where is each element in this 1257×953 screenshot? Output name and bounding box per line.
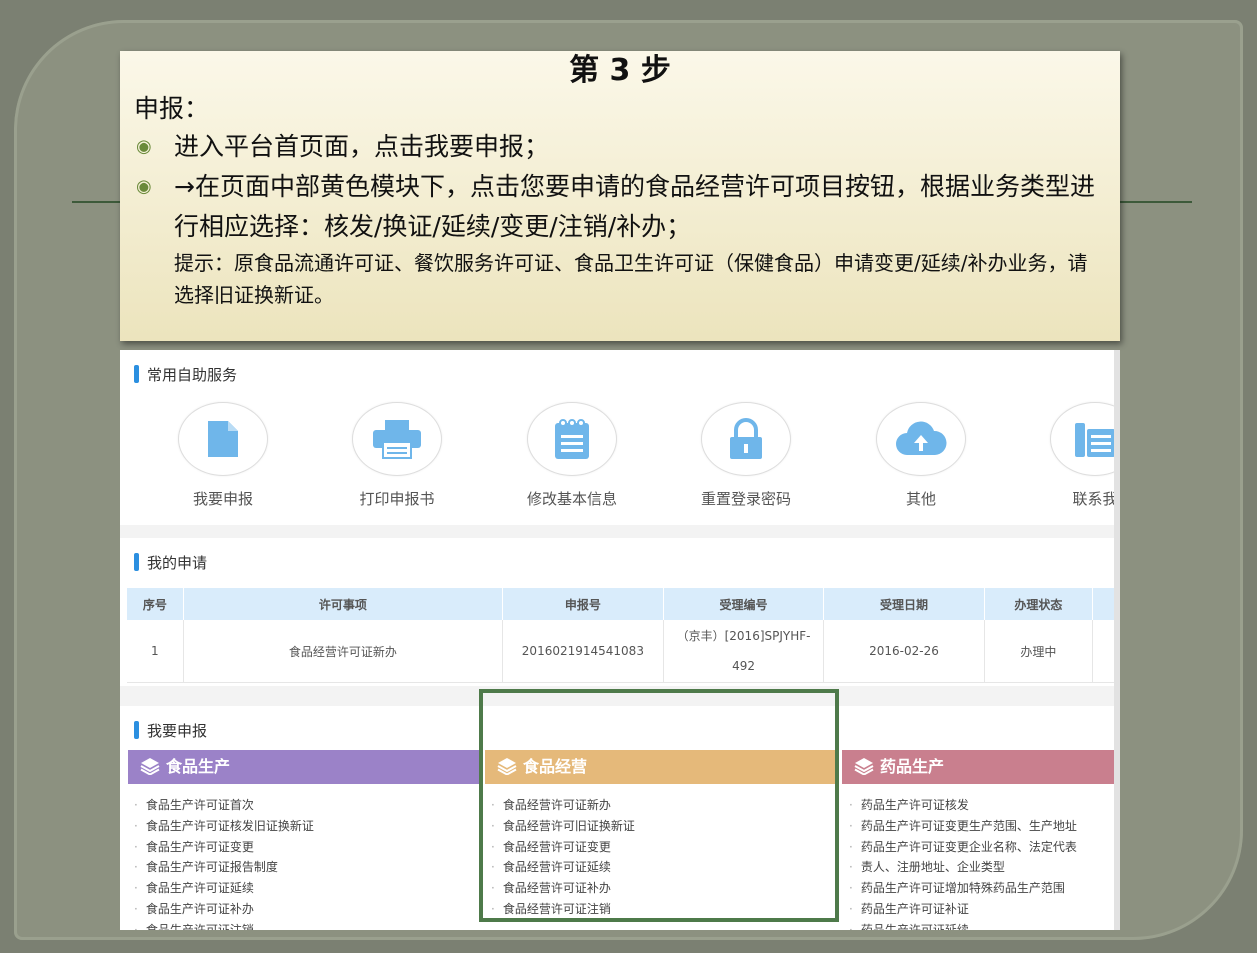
applications-table: 序号 许可事项 申报号 受理编号 受理日期 办理状态 1 食品经营许可证新办 2… bbox=[127, 588, 1120, 683]
document-icon bbox=[178, 402, 268, 476]
category-title: 药品生产 bbox=[880, 757, 945, 776]
section-heading-text: 常用自助服务 bbox=[147, 366, 238, 384]
list-item-link[interactable]: 药品生产许可证核发 bbox=[849, 795, 1114, 816]
column-header: 受理编号 bbox=[663, 588, 825, 620]
table-row[interactable]: 1 食品经营许可证新办 2016021914541083 （京丰）[2016]S… bbox=[127, 620, 1120, 683]
decorative-line-left bbox=[72, 201, 122, 203]
drug-production-list: 药品生产许可证核发 药品生产许可证变更生产范围、生产地址 药品生产许可证变更企业… bbox=[849, 795, 1114, 930]
list-item-link[interactable]: 食品生产许可证首次 bbox=[134, 795, 479, 816]
heading-bar bbox=[134, 553, 139, 571]
self-service-panel: 常用自助服务 我要申报 打印申报书 修改基本信息 重置登录密码 其他 联系我 bbox=[120, 350, 1120, 525]
list-item-link[interactable]: 药品生产许可证变更企业名称、法定代表 bbox=[849, 837, 1114, 858]
service-label: 重置登录密码 bbox=[700, 490, 791, 508]
accept-no-line2: 492 bbox=[732, 659, 755, 673]
callout-intro: 申报： bbox=[134, 94, 210, 123]
right-scrollbar[interactable] bbox=[1114, 350, 1120, 930]
section-heading-text: 我的申请 bbox=[147, 554, 208, 572]
layers-icon bbox=[140, 753, 160, 787]
decorative-line-right bbox=[1120, 201, 1192, 203]
service-contact-button[interactable]: 联系我 bbox=[1010, 402, 1120, 509]
food-production-list: 食品生产许可证首次 食品生产许可证核发旧证换新证 食品生产许可证变更 食品生产许… bbox=[134, 795, 479, 930]
notepad-icon bbox=[527, 402, 617, 476]
service-label: 打印申报书 bbox=[359, 490, 435, 508]
bullet-circle-icon: ◉ bbox=[136, 176, 152, 197]
list-item-link[interactable]: 药品生产许可证增加特殊药品生产范围 bbox=[849, 878, 1114, 899]
category-food-production[interactable]: 食品生产 bbox=[128, 750, 480, 784]
cell-report-no: 2016021914541083 bbox=[502, 620, 664, 683]
callout-bullet-2: ◉ →在页面中部黄色模块下，点击您要申请的食品经营许可项目按钮，根据业务类型进行… bbox=[134, 167, 1106, 311]
section-heading-text: 我要申报 bbox=[147, 722, 208, 740]
category-title: 食品生产 bbox=[166, 757, 231, 776]
section-heading: 常用自助服务 bbox=[134, 364, 237, 385]
list-item-link[interactable]: 食品生产许可证补办 bbox=[134, 899, 479, 920]
service-declare-button[interactable]: 我要申报 bbox=[138, 402, 308, 509]
list-item-link[interactable]: 药品生产许可证补证 bbox=[849, 899, 1114, 920]
service-reset-password-button[interactable]: 重置登录密码 bbox=[661, 402, 831, 509]
printer-icon bbox=[352, 402, 442, 476]
food-business-highlight-frame bbox=[479, 689, 839, 922]
cell-status: 办理中 bbox=[984, 620, 1094, 683]
column-header: 序号 bbox=[127, 588, 184, 620]
callout-hint: 提示：原食品流通许可证、餐饮服务许可证、食品卫生许可证（保健食品）申请变更/延续… bbox=[174, 251, 1088, 307]
column-header: 申报号 bbox=[502, 588, 664, 620]
lock-icon bbox=[701, 402, 791, 476]
service-edit-info-button[interactable]: 修改基本信息 bbox=[487, 402, 657, 509]
table-header-row: 序号 许可事项 申报号 受理编号 受理日期 办理状态 bbox=[127, 588, 1120, 620]
category-drug-production[interactable]: 药品生产 bbox=[842, 750, 1114, 784]
bullet-circle-icon: ◉ bbox=[136, 136, 152, 157]
accept-no-line1: （京丰）[2016]SPJYHF- bbox=[676, 629, 811, 643]
cell-accept-no: （京丰）[2016]SPJYHF- 492 bbox=[663, 620, 825, 683]
bullet-text: →在页面中部黄色模块下，点击您要申请的食品经营许可项目按钮，根据业务类型进行相应… bbox=[174, 172, 1095, 241]
column-header: 受理日期 bbox=[823, 588, 985, 620]
list-item-link[interactable]: 药品生产许可证变更生产范围、生产地址 bbox=[849, 816, 1114, 837]
service-label: 修改基本信息 bbox=[526, 490, 617, 508]
callout-bullet-1: ◉ 进入平台首页面，点击我要申报； bbox=[134, 127, 1106, 167]
list-item-link[interactable]: 药品生产许可证延续 bbox=[849, 920, 1114, 930]
cell-item: 食品经营许可证新办 bbox=[183, 620, 503, 683]
list-item-link[interactable]: 食品生产许可证报告制度 bbox=[134, 857, 479, 878]
list-item-link[interactable]: 食品生产许可证核发旧证换新证 bbox=[134, 816, 479, 837]
service-print-button[interactable]: 打印申报书 bbox=[312, 402, 482, 509]
heading-bar bbox=[134, 721, 139, 739]
bullet-text: 进入平台首页面，点击我要申报； bbox=[174, 132, 550, 161]
list-item-link[interactable]: 食品生产许可证注销 bbox=[134, 920, 479, 930]
heading-bar bbox=[134, 365, 139, 383]
section-heading: 我要申报 bbox=[134, 720, 207, 741]
step-title: 第 3 步 bbox=[569, 53, 671, 88]
list-item-link[interactable]: 食品生产许可证延续 bbox=[134, 878, 479, 899]
column-header: 许可事项 bbox=[183, 588, 503, 620]
cloud-upload-icon bbox=[876, 402, 966, 476]
service-label: 联系我 bbox=[1072, 490, 1118, 508]
cell-date: 2016-02-26 bbox=[823, 620, 985, 683]
layers-icon bbox=[854, 753, 874, 787]
service-other-button[interactable]: 其他 bbox=[836, 402, 1006, 509]
list-item-link[interactable]: 食品生产许可证变更 bbox=[134, 837, 479, 858]
cell-no: 1 bbox=[127, 620, 184, 683]
section-heading: 我的申请 bbox=[134, 552, 207, 573]
fax-icon bbox=[1050, 402, 1120, 476]
instruction-callout: 第 3 步 申报： ◉ 进入平台首页面，点击我要申报； ◉ →在页面中部黄色模块… bbox=[120, 51, 1120, 341]
column-header: 办理状态 bbox=[984, 588, 1094, 620]
service-label: 我要申报 bbox=[192, 490, 253, 508]
service-label: 其他 bbox=[905, 490, 936, 508]
list-item-link[interactable]: 责人、注册地址、企业类型 bbox=[849, 857, 1114, 878]
